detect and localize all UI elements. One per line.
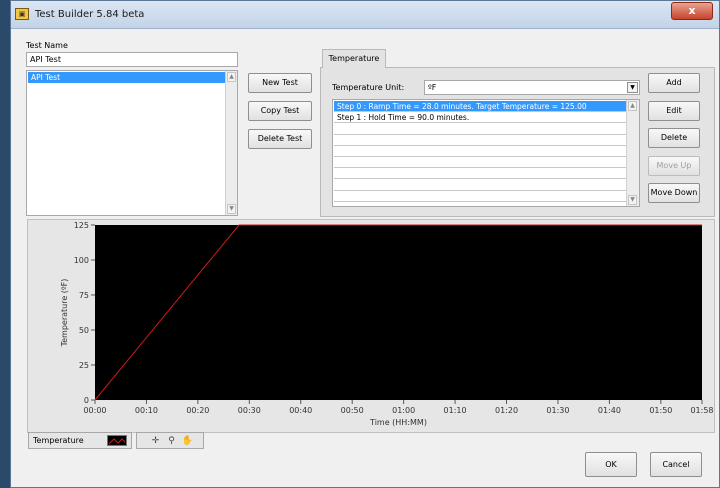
legend-line-swatch [107,435,127,446]
x-tick-label: 01:10 [444,406,467,415]
scroll-up-icon[interactable]: ▲ [227,72,236,82]
x-axis-label: Time (HH:MM) [369,418,427,427]
steps-list-scrollbar[interactable]: ▲ ▼ [626,100,639,206]
x-tick-label: 01:58 [690,406,713,415]
x-tick-label: 01:40 [598,406,621,415]
steps-list[interactable]: Step 0 : Ramp Time = 28.0 minutes. Targe… [332,99,640,207]
temperature-chart-svg: 0 25 50 75 100 125 00:00 00:10 00:20 00:30 00:40 00… [60,221,714,427]
x-tick-label: 00:20 [186,406,209,415]
list-item[interactable] [334,135,626,146]
scroll-down-icon[interactable]: ▼ [628,195,637,205]
test-list-scrollbar[interactable]: ▲ ▼ [225,71,237,215]
hand-icon[interactable]: ✋ [181,435,194,447]
test-name-input[interactable]: API Test [26,52,238,67]
y-tick-label: 50 [79,326,89,335]
list-item[interactable] [334,123,626,135]
title-bar[interactable]: ▣ Test Builder 5.84 beta x [11,1,719,29]
list-item[interactable] [334,146,626,157]
plot-legend[interactable]: Temperature [28,432,132,449]
y-tick-label: 100 [74,256,89,265]
scroll-down-icon[interactable]: ▼ [227,204,236,214]
x-tick-label: 01:30 [546,406,569,415]
add-step-button[interactable]: Add [648,73,700,93]
x-tick-label: 00:30 [238,406,261,415]
list-item[interactable] [334,191,626,202]
edit-step-button[interactable]: Edit [648,101,700,121]
ok-button[interactable]: OK [585,452,637,477]
scroll-up-icon[interactable]: ▲ [628,101,637,111]
tab-temperature[interactable]: Temperature [322,49,386,68]
x-tick-label: 00:40 [289,406,312,415]
plot-area [95,225,702,400]
y-axis-label: Temperature (ºF) [60,279,69,348]
graph-palette: ✛ ⚲ ✋ [136,432,204,449]
y-tick-label: 0 [84,396,89,405]
new-test-button[interactable]: New Test [248,73,312,93]
list-item[interactable] [334,157,626,169]
x-tick-label: 00:00 [83,406,106,415]
temperature-chart: 0 25 50 75 100 125 00:00 00:10 00:20 00:30 00:40 00… [27,219,715,433]
x-tick-label: 00:50 [341,406,364,415]
y-tick-label: 125 [74,221,89,230]
copy-test-button[interactable]: Copy Test [248,101,312,121]
temperature-unit-select[interactable]: ºF ▼ [424,80,640,95]
list-item[interactable]: API Test [28,72,225,83]
delete-test-button[interactable]: Delete Test [248,129,312,149]
list-item[interactable] [334,168,626,180]
x-tick-label: 01:20 [495,406,518,415]
crosshair-icon[interactable]: ✛ [149,435,162,447]
list-item[interactable]: Step 0 : Ramp Time = 28.0 minutes. Targe… [334,101,626,113]
test-builder-window: ▣ Test Builder 5.84 beta x Test Name API… [10,0,720,488]
window-title: Test Builder 5.84 beta [35,9,145,20]
move-up-button[interactable]: Move Up [648,156,700,176]
delete-step-button[interactable]: Delete [648,128,700,148]
app-icon: ▣ [15,8,29,20]
x-tick-label: 00:10 [135,406,158,415]
list-item[interactable] [334,179,626,191]
chevron-down-icon[interactable]: ▼ [627,82,638,93]
test-list[interactable]: API Test ▲ ▼ [26,70,238,216]
zoom-icon[interactable]: ⚲ [165,435,178,447]
move-down-button[interactable]: Move Down [648,183,700,203]
y-tick-label: 75 [79,291,89,300]
legend-label: Temperature [33,436,84,445]
temperature-unit-label: Temperature Unit: [332,83,405,92]
x-tick-label: 01:50 [649,406,672,415]
test-name-label: Test Name [26,41,68,50]
y-tick-label: 25 [79,361,89,370]
temperature-unit-value: ºF [428,83,437,92]
close-button[interactable]: x [671,2,713,20]
list-item[interactable]: Step 1 : Hold Time = 90.0 minutes. [334,112,626,124]
x-tick-label: 01:00 [392,406,415,415]
cancel-button[interactable]: Cancel [650,452,702,477]
